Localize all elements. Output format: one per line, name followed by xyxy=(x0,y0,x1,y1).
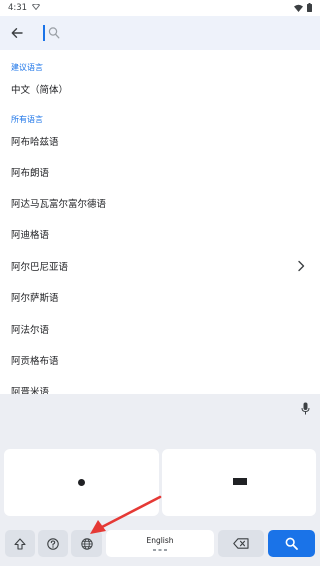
language-item[interactable]: 阿晋米语 xyxy=(0,377,320,394)
backspace-icon xyxy=(233,538,249,549)
language-item[interactable]: 阿布哈兹语 xyxy=(0,127,320,155)
help-key[interactable] xyxy=(38,530,68,557)
globe-icon xyxy=(80,537,93,550)
search-header xyxy=(0,16,320,50)
microphone-icon xyxy=(301,402,309,414)
battery-icon xyxy=(307,3,312,12)
language-label: 阿贡格布语 xyxy=(11,356,59,367)
language-item[interactable]: 阿迪格语 xyxy=(0,220,320,248)
language-label: 阿迪格语 xyxy=(11,230,50,241)
morse-dot-key[interactable] xyxy=(4,449,159,516)
delete-key[interactable] xyxy=(218,530,264,557)
language-item[interactable]: 阿布朗语 xyxy=(0,158,320,186)
help-icon xyxy=(47,537,59,550)
language-item-suggested[interactable]: 中文（简体） xyxy=(0,75,320,103)
morse-dash-key[interactable] xyxy=(162,449,316,516)
morse-keyboard: English xyxy=(0,394,320,566)
search-field[interactable] xyxy=(42,22,312,44)
search-icon xyxy=(285,537,298,550)
dot-symbol xyxy=(78,479,85,486)
shift-key[interactable] xyxy=(5,530,35,557)
notification-icon xyxy=(32,3,40,11)
space-key-indicator xyxy=(153,549,167,551)
search-icon xyxy=(48,27,60,39)
language-list: 建议语言 中文（简体） 所有语言 阿布哈兹语 阿布朗语 阿达马瓦富尔富尔德语 阿… xyxy=(0,50,320,394)
language-item[interactable]: 阿尔巴尼亚语 xyxy=(0,252,320,280)
text-cursor xyxy=(43,25,45,41)
language-label: 阿布朗语 xyxy=(11,168,50,179)
shift-icon xyxy=(14,537,26,550)
search-input[interactable] xyxy=(64,23,304,43)
space-key[interactable]: English xyxy=(106,530,214,557)
back-button[interactable] xyxy=(6,22,28,44)
language-item[interactable]: 阿贡格布语 xyxy=(0,346,320,374)
status-time: 4:31 xyxy=(8,3,28,13)
language-label: 阿达马瓦富尔富尔德语 xyxy=(11,199,107,210)
chevron-right-icon xyxy=(298,260,305,272)
language-label: 中文（简体） xyxy=(11,85,69,96)
language-item[interactable]: 阿达马瓦富尔富尔德语 xyxy=(0,189,320,217)
status-icons xyxy=(294,3,312,12)
language-label: 阿晋米语 xyxy=(11,387,50,394)
suggested-languages-header: 建议语言 xyxy=(11,63,43,72)
status-bar: 4:31 xyxy=(0,0,320,16)
language-switch-key[interactable] xyxy=(71,530,102,557)
language-label: 阿法尔语 xyxy=(11,325,50,336)
dash-symbol xyxy=(233,478,247,485)
language-item[interactable]: 阿法尔语 xyxy=(0,315,320,343)
wifi-icon xyxy=(294,4,303,12)
language-label: 阿尔巴尼亚语 xyxy=(11,262,69,273)
language-item[interactable]: 阿尔萨斯语 xyxy=(0,283,320,311)
voice-input-button[interactable] xyxy=(298,400,312,416)
language-label: 阿布哈兹语 xyxy=(11,137,59,148)
search-submit-key[interactable] xyxy=(268,530,315,557)
back-arrow-icon xyxy=(11,28,23,38)
space-key-label: English xyxy=(146,536,174,545)
all-languages-header: 所有语言 xyxy=(11,115,43,124)
language-label: 阿尔萨斯语 xyxy=(11,293,59,304)
